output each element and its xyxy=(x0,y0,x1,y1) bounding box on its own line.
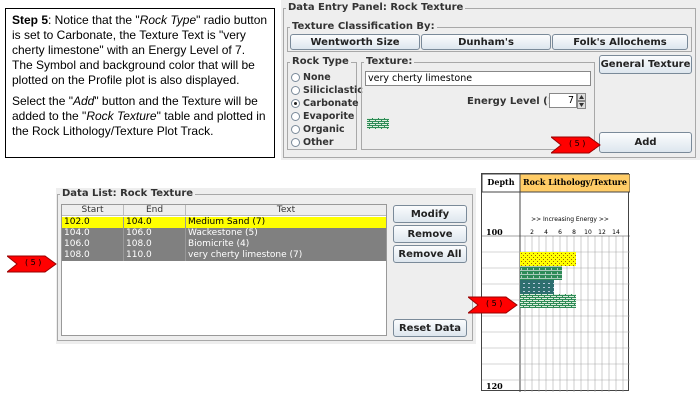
reset-data-button[interactable]: Reset Data xyxy=(393,319,467,337)
cell-end: 110.0 xyxy=(124,250,186,261)
texture-symbol-swatch xyxy=(367,118,389,129)
general-texture-button[interactable]: General Texture xyxy=(599,55,692,74)
pointer-arrow-add: ( 5 ) xyxy=(551,136,601,154)
cell-end: 108.0 xyxy=(124,239,186,250)
energy-tick: 6 xyxy=(558,229,562,236)
profile-plot: Depth Rock Lithology/Texture >> Increasi… xyxy=(481,173,630,392)
remove-button[interactable]: Remove xyxy=(393,225,467,243)
bar-biomicrite xyxy=(520,280,554,294)
energy-level-input[interactable]: 7 xyxy=(549,93,577,108)
pointer-arrow-table: ( 5 ) xyxy=(7,255,57,273)
rock-type-title: Rock Type xyxy=(290,56,351,67)
cell-text: Wackestone (5) xyxy=(188,228,258,238)
instruction-box: Step 5: Notice that the "Rock Type" radi… xyxy=(5,8,275,158)
rock-texture-table: Start End Text 102.0 104.0 Medium Sand (… xyxy=(61,204,387,336)
profile-plot-svg: Depth Rock Lithology/Texture >> Increasi… xyxy=(482,174,630,392)
dunhams-button[interactable]: Dunham's xyxy=(421,34,551,50)
energy-tick: 8 xyxy=(572,229,576,236)
table-row[interactable]: 102.0 104.0 Medium Sand (7) xyxy=(62,217,386,228)
cell-start: 102.0 xyxy=(62,217,124,228)
wentworth-size-button[interactable]: Wentworth Size xyxy=(290,34,420,50)
radio-other[interactable]: Other xyxy=(291,137,334,148)
energy-tick: 12 xyxy=(598,229,606,236)
data-list-title: Data List: Rock Texture xyxy=(60,188,196,199)
table-row[interactable]: 106.0 108.0 Biomicrite (4) xyxy=(62,239,386,250)
column-header-text[interactable]: Text xyxy=(186,205,386,216)
texture-input[interactable]: very cherty limestone xyxy=(365,71,591,86)
radio-dot-selected xyxy=(291,99,300,108)
bar-wackestone xyxy=(520,266,562,280)
energy-tick: 4 xyxy=(544,229,548,236)
modify-button[interactable]: Modify xyxy=(393,205,467,223)
depth-bottom-label: 120 xyxy=(486,381,503,391)
depth-top-label: 100 xyxy=(486,227,503,237)
energy-tick: 2 xyxy=(530,229,534,236)
cell-end: 104.0 xyxy=(124,217,186,228)
energy-down-button[interactable] xyxy=(577,101,586,109)
radio-dot xyxy=(291,73,300,82)
cell-end: 106.0 xyxy=(124,228,186,239)
arrow-up-icon xyxy=(579,95,584,99)
folks-allochems-button[interactable]: Folk's Allochems xyxy=(552,34,688,50)
radio-carbonate[interactable]: Carbonate xyxy=(291,98,359,109)
instruction-paragraph-2: Select the "Add" button and the Texture … xyxy=(12,94,266,138)
energy-ticks: 2 4 6 8 10 12 14 xyxy=(530,229,620,236)
data-entry-panel: Data Entry Panel: Rock Texture Texture C… xyxy=(281,0,700,160)
cell-start: 108.0 xyxy=(62,250,124,261)
instruction-paragraph-1: Step 5: Notice that the "Rock Type" radi… xyxy=(12,13,268,87)
table-row[interactable]: 104.0 106.0 Wackestone (5) xyxy=(62,228,386,239)
energy-caption: >> Increasing Energy >> xyxy=(531,216,609,223)
remove-all-button[interactable]: Remove All xyxy=(393,245,467,263)
texture-title: Texture: xyxy=(364,56,415,67)
cell-text: Medium Sand (7) xyxy=(188,217,266,227)
cell-text: very cherty limestone (7) xyxy=(188,250,303,260)
cell-start: 106.0 xyxy=(62,239,124,250)
radio-dot xyxy=(291,112,300,121)
track-header: Rock Lithology/Texture xyxy=(523,177,627,187)
table-row[interactable]: 108.0 110.0 very cherty limestone (7) xyxy=(62,250,386,261)
energy-tick: 14 xyxy=(612,229,620,236)
radio-none[interactable]: None xyxy=(291,72,331,83)
bar-very-cherty-limestone xyxy=(520,294,576,308)
classification-title: Texture Classification By: xyxy=(290,21,437,32)
add-button[interactable]: Add xyxy=(599,132,692,153)
radio-dot xyxy=(291,138,300,147)
radio-dot xyxy=(291,125,300,134)
radio-dot xyxy=(291,86,300,95)
energy-tick: 10 xyxy=(584,229,592,236)
cell-text: Biomicrite (4) xyxy=(188,239,250,249)
pointer-arrow-plot: ( 5 ) xyxy=(468,296,518,314)
data-entry-panel-title: Data Entry Panel: Rock Texture xyxy=(286,2,466,13)
depth-header: Depth xyxy=(487,177,514,187)
radio-evaporite[interactable]: Evaporite xyxy=(291,111,354,122)
bar-medium-sand xyxy=(520,252,576,266)
energy-up-button[interactable] xyxy=(577,93,586,101)
radio-organic[interactable]: Organic xyxy=(291,124,345,135)
column-header-end[interactable]: End xyxy=(124,205,186,216)
cell-start: 104.0 xyxy=(62,228,124,239)
arrow-down-icon xyxy=(579,103,584,107)
radio-siliciclastic[interactable]: Siliciclastic xyxy=(291,85,363,96)
column-header-start[interactable]: Start xyxy=(62,205,124,216)
